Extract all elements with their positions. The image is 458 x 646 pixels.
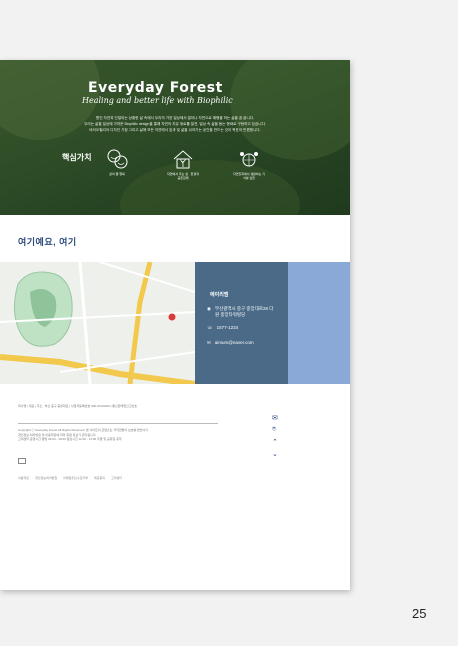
hero-banner: Everyday Forest Healing and better life …	[0, 60, 350, 215]
phone-icon: ☏	[207, 325, 213, 330]
value-item: 삶의 웰 행복	[100, 148, 134, 180]
chevron-up-icon[interactable]: ⌃	[272, 438, 278, 446]
map-pin-icon[interactable]: ⌾	[272, 426, 278, 434]
footer-line: 고객센터 운영시간 평일 09:00 - 18:00 점심시간 12:00 - …	[18, 437, 122, 441]
footer-link[interactable]: 제휴문의	[94, 476, 105, 480]
location-map[interactable]	[0, 262, 195, 384]
hero-line: 바이오필리아 디자인 가정 그리고 삶에 모든 자연에서 효과 및 삶을 쉬어가…	[89, 128, 261, 132]
value-item: 자연에서 주는 쉼 · 환경과 공존함께	[166, 148, 200, 180]
hero-title: Everyday Forest	[88, 80, 223, 96]
house-plant-icon	[173, 150, 193, 169]
side-quick-menu: ✉ ⌾ ⌃ ⌄	[272, 414, 278, 458]
email-text[interactable]: aimum@naver.com	[215, 340, 254, 346]
footer-link[interactable]: 이메일무단수집거부	[63, 476, 88, 480]
footer-company: 회사명 | 대표 | 주소 : 부산 중구 중앙대로 | 사업자등록번호 000…	[18, 404, 138, 408]
hero-subtitle: Healing and better life with Biophilic	[82, 96, 233, 105]
footer-divider	[18, 423, 218, 424]
accent-panel	[288, 262, 350, 384]
footer-line: Copyright ⓒ Everyday Forest All Rights R…	[18, 428, 149, 432]
location-pin-icon	[168, 313, 176, 321]
hero-description: 원인 자연과 단절되는 상황한 삶 속에서 우리의 가장 일상에서 발이나 자연…	[30, 115, 320, 133]
core-values-label: 핵심가치	[62, 153, 92, 162]
people-globe-icon	[240, 152, 258, 167]
map-graphic	[0, 262, 195, 384]
email-row: ✉ aimum@naver.com	[207, 340, 254, 346]
chevron-down-icon[interactable]: ⌄	[272, 450, 278, 458]
contact-heading: 에이리엠	[210, 292, 229, 298]
core-values-icons: 삶의 웰 행복 자연에서 주는 쉼 · 환경과 공존함께 자연친화에서 생활하는…	[100, 148, 266, 180]
footer-link[interactable]: 이용약관	[18, 476, 29, 480]
smile-faces-icon	[107, 149, 128, 169]
location-section-title: 여기예요, 여기	[18, 237, 77, 247]
value-caption: 삶의 웰 행복	[109, 172, 125, 176]
address-text: 부산광역시 중구 중앙대로26 다원 중앙타워빌딩	[214, 306, 274, 317]
footer-links: 이용약관 개인정보처리방침 이메일무단수집거부 제휴문의 고객센터	[18, 476, 122, 480]
footer-policy: Copyright ⓒ Everyday Forest All Rights R…	[18, 428, 149, 442]
contact-panel: 에이리엠 ◉ 부산광역시 중구 중앙대로26 다원 중앙타워빌딩 ☏ 1577-…	[195, 262, 288, 384]
footer: 회사명 | 대표 | 주소 : 부산 중구 중앙대로 | 사업자등록번호 000…	[18, 404, 268, 441]
phone-text: 1577-1234	[216, 325, 239, 330]
mail-icon[interactable]: ✉	[272, 414, 278, 422]
footer-link[interactable]: 개인정보처리방침	[35, 476, 57, 480]
value-caption: 자연에서 주는 쉼 · 환경과 공존함께	[167, 172, 199, 180]
phone-row: ☏ 1577-1234	[207, 325, 238, 331]
value-caption: 자연친화에서 생활하는 기치를 실현	[232, 172, 266, 180]
location-icon: ◉	[207, 306, 211, 311]
value-item: 자연친화에서 생활하는 기치를 실현	[232, 148, 266, 180]
address-row: ◉ 부산광역시 중구 중앙대로26 다원 중앙타워빌딩	[207, 306, 275, 317]
page-number: 25	[412, 606, 427, 621]
footer-link[interactable]: 고객센터	[111, 476, 122, 480]
certification-badge	[18, 458, 26, 464]
mail-icon: ✉	[207, 340, 211, 345]
page-sheet: Everyday Forest Healing and better life …	[0, 60, 350, 590]
